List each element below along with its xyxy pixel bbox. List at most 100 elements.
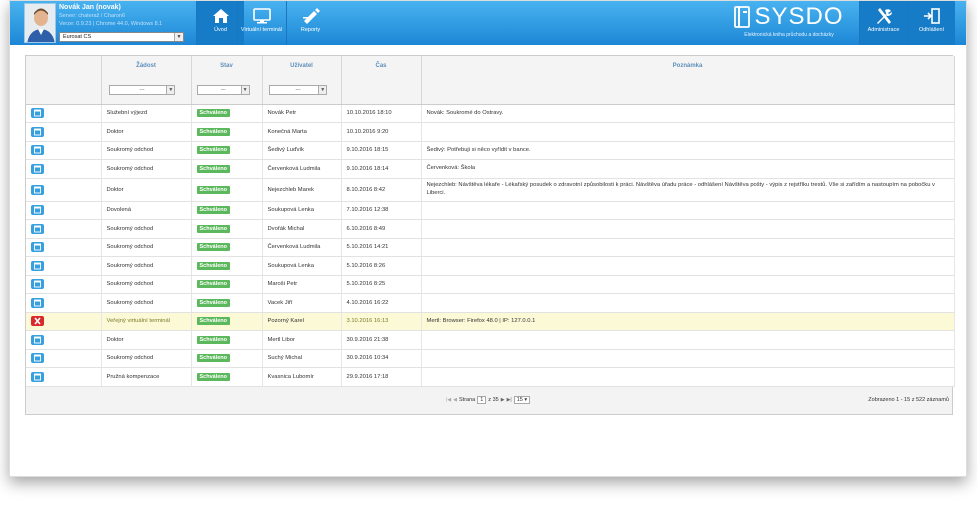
page-size-select[interactable]: 15 ▾ bbox=[513, 396, 531, 404]
user-name-cell: Novák Petr bbox=[262, 104, 342, 123]
status-badge: Schváleno bbox=[196, 146, 231, 155]
time-cell: 9.10.2016 18:15 bbox=[341, 141, 422, 160]
calendar-icon[interactable] bbox=[31, 205, 44, 216]
status-cell: Schváleno bbox=[191, 159, 263, 179]
table-row[interactable]: Soukromý odchod Schváleno Červenková Ludmi… bbox=[26, 238, 955, 257]
table-row[interactable]: Doktor Schváleno Nejezchleb Marek 8.10.2016… bbox=[26, 178, 955, 202]
action-cell bbox=[26, 159, 102, 179]
table-row[interactable]: Soukromý odchod Schváleno Maroši Petr 5.10.… bbox=[26, 275, 955, 294]
request-type: Soukromý odchod bbox=[101, 275, 192, 294]
request-type: Soukromý odchod bbox=[101, 141, 192, 160]
nav-virtual-terminal-label: Virtuální terminál bbox=[240, 27, 283, 33]
time-cell: 6.10.2016 8:49 bbox=[341, 219, 422, 239]
last-page-icon[interactable]: ▶| bbox=[507, 397, 512, 403]
status-cell: Schváleno bbox=[191, 275, 263, 294]
calendar-icon[interactable] bbox=[31, 279, 44, 290]
calendar-icon[interactable] bbox=[31, 108, 44, 119]
action-cell bbox=[26, 275, 102, 294]
delete-icon[interactable] bbox=[31, 316, 44, 327]
calendar-icon[interactable] bbox=[31, 223, 44, 234]
calendar-icon[interactable] bbox=[31, 126, 44, 137]
requests-grid: Žádost Stav Uživatel Čas Poznámka --- ▼ -… bbox=[25, 55, 955, 415]
table-row[interactable]: Služební výjezd Schváleno Novák Petr 10.10.… bbox=[26, 104, 955, 123]
time-cell: 29.9.2016 17:18 bbox=[341, 367, 422, 387]
time-cell: 7.10.2016 12:38 bbox=[341, 201, 422, 220]
request-type: Doktor bbox=[101, 330, 192, 350]
first-page-icon[interactable]: |◀ bbox=[446, 397, 451, 403]
action-cell bbox=[26, 219, 102, 239]
request-type: Doktor bbox=[101, 178, 192, 202]
status-cell: Schváleno bbox=[191, 349, 263, 368]
version-info: Verze: 0.9.23 | Chrome 44.0, Windows 8.1 bbox=[59, 21, 163, 27]
table-row[interactable]: Soukromý odchod Schváleno Vacek Jiří 4.10.2… bbox=[26, 293, 955, 313]
table-row[interactable]: Dovolená Schváleno Soukupová Lenka 7.10.201… bbox=[26, 201, 955, 220]
table-row[interactable]: Soukromý odchod Schváleno Dvořák Michal 6.1… bbox=[26, 219, 955, 239]
nav-reports[interactable]: Reporty bbox=[286, 1, 334, 45]
next-page-icon[interactable]: ▶ bbox=[501, 397, 505, 403]
table-row[interactable]: Doktor Schváleno Konečná Marta 10.10.2016 9… bbox=[26, 122, 955, 142]
request-type: Služební výjezd bbox=[101, 104, 192, 123]
pager-controls: |◀ ◀ Strana 1 z 35 ▶ ▶| 15 ▾ bbox=[446, 396, 531, 404]
filter-user-select[interactable]: --- ▼ bbox=[268, 84, 328, 95]
table-row[interactable]: Soukromý odchod Schváleno Soukupová Lenka 5… bbox=[26, 256, 955, 276]
header-row: Žádost Stav Uživatel Čas Poznámka bbox=[26, 56, 955, 76]
calendar-icon[interactable] bbox=[31, 353, 44, 364]
page-label: Strana bbox=[459, 397, 476, 403]
nav-logout[interactable]: Odhlášení bbox=[907, 1, 955, 45]
calendar-icon[interactable] bbox=[31, 260, 44, 271]
prev-page-icon[interactable]: ◀ bbox=[453, 397, 457, 403]
user-name: Novák Jan (novak) bbox=[59, 4, 121, 11]
note-cell bbox=[421, 256, 955, 276]
action-cell bbox=[26, 238, 102, 257]
request-type: Soukromý odchod bbox=[101, 256, 192, 276]
filter-status-select[interactable]: --- ▼ bbox=[197, 84, 250, 95]
table-row[interactable]: Pružná kompenzace Schváleno Kvasnica Lubom… bbox=[26, 367, 955, 387]
request-type: Soukromý odchod bbox=[101, 219, 192, 239]
time-cell: 4.10.2016 16:22 bbox=[341, 293, 422, 313]
table-row[interactable]: Soukromý odchod Schváleno Červenková Ludmi… bbox=[26, 159, 955, 179]
table-row[interactable]: Soukromý odchod Schváleno Suchý Michal 30.9… bbox=[26, 349, 955, 368]
note-cell: Novák: Soukromé do Ostravy. bbox=[421, 104, 955, 123]
status-cell: Schváleno bbox=[191, 141, 263, 160]
calendar-icon[interactable] bbox=[31, 334, 44, 345]
company-select[interactable]: Eurosat CS ▼ bbox=[59, 32, 184, 42]
server-info: Server: chateraž / Charon6 bbox=[59, 13, 126, 19]
calendar-icon[interactable] bbox=[31, 145, 44, 156]
status-badge: Schváleno bbox=[196, 372, 231, 381]
user-name-cell: Maroši Petr bbox=[262, 275, 342, 294]
table-row[interactable]: Doktor Schváleno Mertl Libor 30.9.2016 21:3… bbox=[26, 330, 955, 350]
calendar-icon[interactable] bbox=[31, 163, 44, 174]
user-name-cell: Suchý Michal bbox=[262, 349, 342, 368]
column-header-note[interactable]: Poznámka bbox=[421, 56, 955, 76]
status-cell: Schváleno bbox=[191, 238, 263, 257]
user-name-cell: Šedivý Luďvík bbox=[262, 141, 342, 160]
calendar-icon[interactable] bbox=[31, 297, 44, 308]
column-header-user[interactable]: Uživatel bbox=[262, 56, 342, 76]
filter-request-select[interactable]: --- ▼ bbox=[108, 84, 176, 95]
calendar-icon[interactable] bbox=[31, 184, 44, 195]
time-cell: 5.10.2016 14:21 bbox=[341, 238, 422, 257]
nav-administration[interactable]: Administrace bbox=[859, 1, 907, 45]
status-badge: Schváleno bbox=[196, 298, 231, 307]
table-row[interactable]: Veřejný virtuální terminál Schváleno Pozor… bbox=[26, 312, 955, 331]
page-input[interactable]: 1 bbox=[477, 396, 487, 404]
note-cell bbox=[421, 201, 955, 220]
table-row[interactable]: Soukromý odchod Schváleno Šedivý Luďvík 9.1… bbox=[26, 141, 955, 160]
time-cell: 8.10.2016 8:42 bbox=[341, 178, 422, 202]
status-cell: Schváleno bbox=[191, 330, 263, 350]
status-badge: Schváleno bbox=[196, 354, 231, 363]
chevron-down-icon: ▼ bbox=[174, 33, 183, 41]
filter-cell-time bbox=[341, 76, 422, 105]
status-badge: Schváleno bbox=[196, 164, 231, 173]
column-header-request[interactable]: Žádost bbox=[101, 56, 192, 76]
nav-virtual-terminal[interactable]: Virtuální terminál bbox=[237, 1, 285, 45]
avatar bbox=[24, 3, 56, 43]
note-cell bbox=[421, 367, 955, 387]
calendar-icon[interactable] bbox=[31, 371, 44, 382]
calendar-icon[interactable] bbox=[31, 242, 44, 253]
action-cell bbox=[26, 330, 102, 350]
column-header-status[interactable]: Stav bbox=[191, 56, 263, 76]
page-count: z 35 bbox=[488, 397, 499, 403]
filter-cell-note bbox=[421, 76, 955, 105]
column-header-time[interactable]: Čas bbox=[341, 56, 422, 76]
